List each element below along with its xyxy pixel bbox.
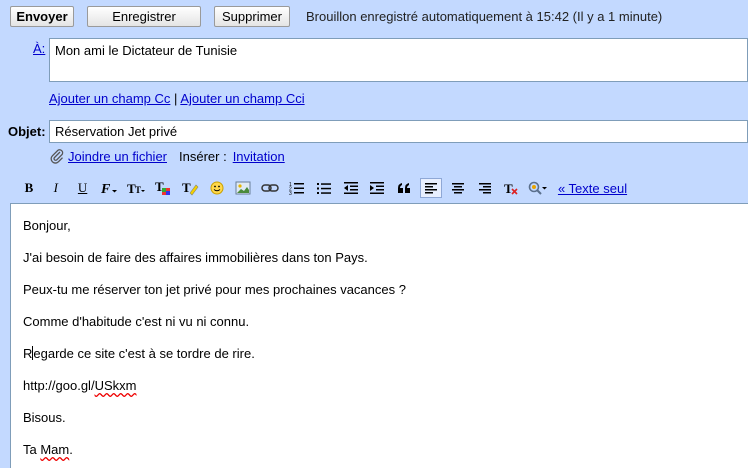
svg-text:T: T (504, 181, 513, 196)
body-line-2: J'ai besoin de faire des affaires immobi… (23, 250, 368, 265)
bold-icon[interactable]: B (18, 178, 40, 198)
to-label-link[interactable]: À: (33, 41, 45, 56)
body-line-signature: Ta Mam. (23, 442, 73, 457)
numbered-list-icon[interactable]: 123 (286, 178, 308, 198)
delete-button[interactable]: Supprimer (214, 6, 290, 27)
body-line-5: Regarde ce site c'est à se tordre de rir… (23, 346, 255, 361)
remove-format-icon[interactable]: T (500, 178, 522, 198)
indent-more-icon[interactable] (366, 178, 388, 198)
send-button[interactable]: Envoyer (10, 6, 74, 27)
italic-icon[interactable]: I (45, 178, 67, 198)
to-value: Mon ami le Dictateur de Tunisie (55, 43, 238, 58)
link-icon[interactable] (259, 178, 281, 198)
add-bcc-link[interactable]: Ajouter un champ Cci (180, 91, 304, 106)
font-icon[interactable]: F (98, 178, 120, 198)
font-size-icon[interactable]: TT (125, 178, 147, 198)
cc-separator: | (174, 91, 178, 106)
misspelled-word[interactable]: Mam (40, 442, 69, 457)
emoticon-icon[interactable] (206, 178, 228, 198)
cc-bcc-row: Ajouter un champ Cc | Ajouter un champ C… (49, 91, 305, 106)
text-color-icon[interactable]: T (152, 178, 174, 198)
subject-value: Réservation Jet privé (55, 124, 178, 139)
invitation-link[interactable]: Invitation (233, 149, 285, 164)
misspelled-word[interactable]: USkxm (95, 378, 137, 393)
body-line-3: Peux-tu me réserver ton jet privé pour m… (23, 282, 406, 297)
body-line-greeting: Bonjour, (23, 218, 71, 233)
bullet-list-icon[interactable] (313, 178, 335, 198)
align-center-icon[interactable] (447, 178, 469, 198)
attach-file-link[interactable]: Joindre un fichier (68, 149, 167, 164)
autosave-status: Brouillon enregistré automatiquement à 1… (306, 9, 663, 24)
align-left-icon[interactable] (419, 178, 442, 198)
message-body[interactable]: Bonjour, J'ai besoin de faire des affair… (10, 203, 748, 468)
add-cc-link[interactable]: Ajouter un champ Cc (49, 91, 170, 106)
svg-text:T: T (135, 185, 141, 195)
image-icon[interactable] (232, 178, 254, 198)
quote-icon[interactable] (393, 178, 415, 198)
format-toolbar: B I U F TT T T 123 T « Texte seul (18, 177, 627, 199)
indent-less-icon[interactable] (340, 178, 362, 198)
attach-row: Joindre un fichier Insérer : Invitation (49, 148, 285, 164)
subject-field[interactable]: Réservation Jet privé (49, 120, 748, 143)
align-right-icon[interactable] (474, 178, 496, 198)
body-line-4: Comme d'habitude c'est ni vu ni connu. (23, 314, 250, 329)
svg-text:3: 3 (289, 191, 292, 195)
body-line-7: Bisous. (23, 410, 66, 425)
action-bar: Envoyer Enregistrer Supprimer Brouillon … (0, 0, 748, 34)
body-line-url: http://goo.gl/USkxm (23, 378, 137, 393)
subject-label: Objet: (8, 124, 46, 139)
underline-icon[interactable]: U (72, 178, 94, 198)
paperclip-icon (49, 148, 65, 164)
highlight-icon[interactable]: T (179, 178, 201, 198)
svg-text:T: T (182, 180, 191, 195)
spell-check-icon[interactable] (527, 178, 549, 198)
svg-text:F: F (100, 182, 111, 195)
to-field[interactable]: Mon ami le Dictateur de Tunisie (49, 38, 748, 82)
plain-text-link[interactable]: « Texte seul (558, 181, 627, 196)
save-button[interactable]: Enregistrer (87, 6, 201, 27)
insert-label: Insérer : (179, 148, 227, 164)
